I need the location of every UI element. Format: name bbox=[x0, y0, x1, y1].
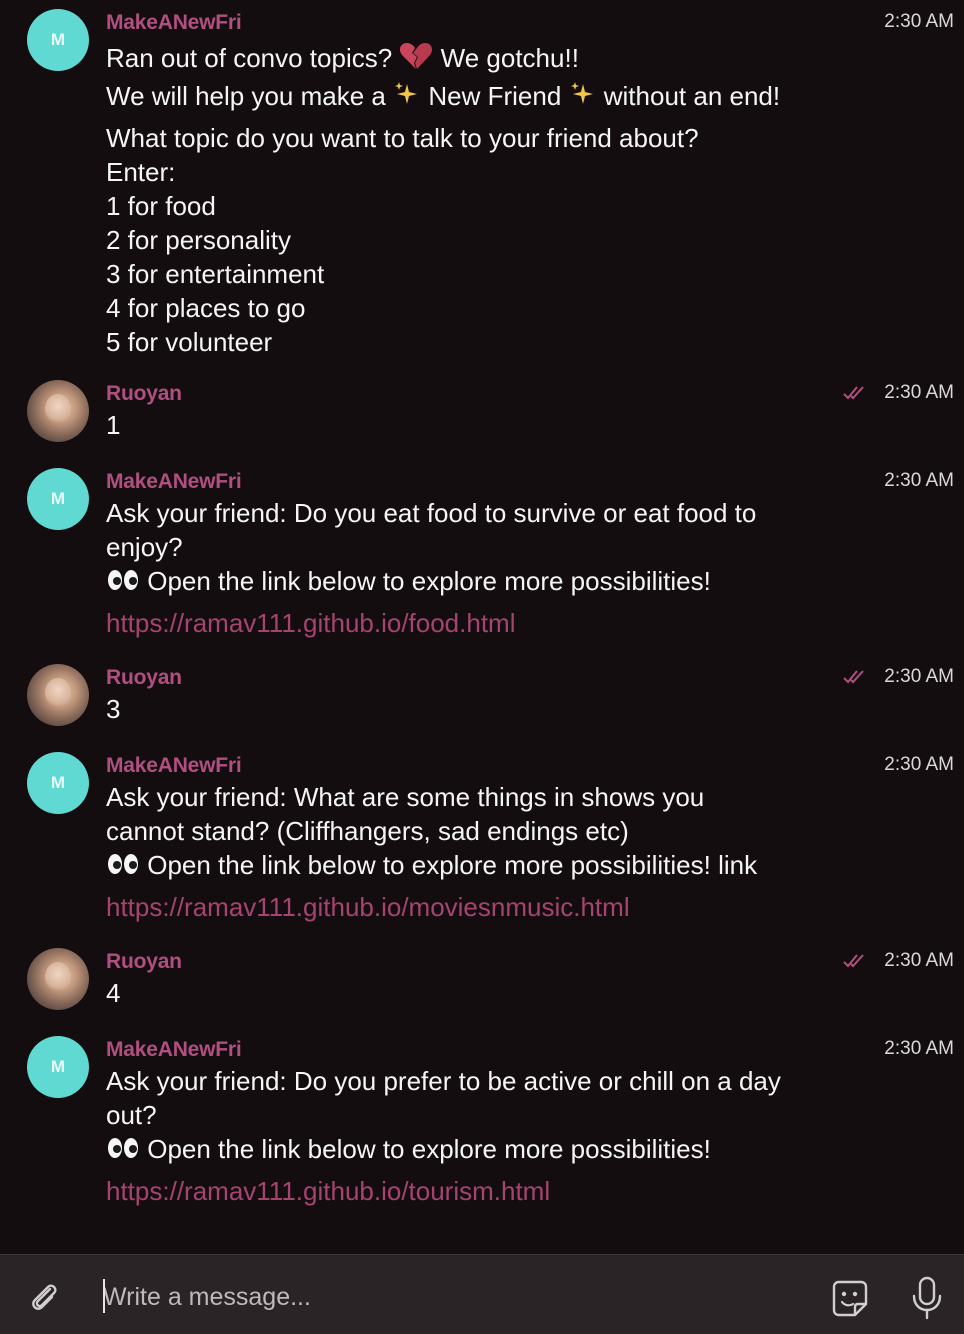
message-time: 2:30 AM bbox=[884, 11, 954, 32]
text-line: 1 for food bbox=[106, 191, 216, 222]
text-line: out? bbox=[106, 1100, 157, 1130]
user-avatar[interactable] bbox=[27, 948, 89, 1010]
text-line: Open the link below to explore more poss… bbox=[106, 848, 836, 884]
text-line: Ask your friend: What are some things in… bbox=[106, 782, 705, 812]
text-line: Ask your friend: Do you prefer to be act… bbox=[106, 1066, 781, 1096]
message-text: 4 bbox=[106, 978, 121, 1008]
bot-avatar[interactable]: M bbox=[27, 9, 89, 71]
message-text: Ran out of convo topics? We gotchu!! We … bbox=[106, 41, 836, 359]
text-line: Ask your friend: Do you eat food to surv… bbox=[106, 498, 757, 528]
bot-avatar[interactable]: M bbox=[27, 752, 89, 814]
message-time: 2:30 AM bbox=[884, 950, 954, 971]
text-line: cannot stand? (Cliffhangers, sad endings… bbox=[106, 816, 629, 846]
eyes-emoji bbox=[106, 850, 140, 884]
message-link[interactable]: https://ramav111.github.io/tourism.html bbox=[106, 1174, 836, 1208]
text-line: Open the link below to explore more poss… bbox=[106, 1132, 836, 1168]
text-line: Open the link below to explore more poss… bbox=[106, 564, 836, 600]
sparkles-emoji bbox=[569, 80, 597, 116]
sticker-icon[interactable] bbox=[828, 1277, 872, 1321]
paperclip-icon[interactable] bbox=[26, 1279, 62, 1315]
message-text: Ask your friend: Do you prefer to be act… bbox=[106, 1064, 836, 1208]
text-line: We will help you make a New Friend witho… bbox=[106, 79, 836, 116]
text-line: 5 for volunteer bbox=[106, 327, 273, 358]
text-line: What topic do you want to talk to your f… bbox=[106, 123, 699, 154]
microphone-icon[interactable] bbox=[910, 1275, 944, 1321]
text-line: enjoy? bbox=[106, 532, 183, 562]
text-line: 4 for places to go bbox=[106, 293, 306, 324]
message-time: 2:30 AM bbox=[884, 1038, 954, 1059]
bot-avatar[interactable]: M bbox=[27, 468, 89, 530]
eyes-emoji bbox=[106, 566, 140, 600]
sender-name[interactable]: Ruoyan bbox=[106, 666, 182, 690]
broken-heart-emoji bbox=[399, 41, 433, 79]
text-line: Enter: bbox=[106, 157, 176, 188]
message-text: Ask your friend: Do you eat food to surv… bbox=[106, 496, 836, 640]
text-line: 3 for entertainment bbox=[106, 259, 325, 290]
user-avatar[interactable] bbox=[27, 380, 89, 442]
message-input[interactable] bbox=[103, 1277, 793, 1317]
sender-name[interactable]: MakeANewFri bbox=[106, 470, 242, 494]
sender-name[interactable]: MakeANewFri bbox=[106, 754, 242, 778]
message-history[interactable]: M MakeANewFri 2:30 AM Ran out of convo t… bbox=[0, 0, 964, 1254]
message-time: 2:30 AM bbox=[884, 470, 954, 491]
text-cursor bbox=[103, 1279, 105, 1313]
sparkles-emoji bbox=[393, 80, 421, 116]
message-text: 1 bbox=[106, 410, 121, 440]
text-line: Ran out of convo topics? We gotchu!! bbox=[106, 41, 836, 79]
double-check-icon bbox=[843, 670, 864, 684]
message-time: 2:30 AM bbox=[884, 666, 954, 687]
eyes-emoji bbox=[106, 1134, 140, 1168]
double-check-icon bbox=[843, 954, 864, 968]
message-composer bbox=[0, 1254, 964, 1334]
message-time: 2:30 AM bbox=[884, 754, 954, 775]
double-check-icon bbox=[843, 386, 864, 400]
text-line: 2 for personality bbox=[106, 225, 291, 256]
sender-name[interactable]: Ruoyan bbox=[106, 382, 182, 406]
message-time: 2:30 AM bbox=[884, 382, 954, 403]
message-text: Ask your friend: What are some things in… bbox=[106, 780, 836, 924]
sender-name[interactable]: MakeANewFri bbox=[106, 11, 242, 35]
message-link[interactable]: https://ramav111.github.io/moviesnmusic.… bbox=[106, 890, 836, 924]
sender-name[interactable]: Ruoyan bbox=[106, 950, 182, 974]
message-link[interactable]: https://ramav111.github.io/food.html bbox=[106, 606, 836, 640]
sender-name[interactable]: MakeANewFri bbox=[106, 1038, 242, 1062]
user-avatar[interactable] bbox=[27, 664, 89, 726]
bot-avatar[interactable]: M bbox=[27, 1036, 89, 1098]
message-text: 3 bbox=[106, 694, 121, 724]
